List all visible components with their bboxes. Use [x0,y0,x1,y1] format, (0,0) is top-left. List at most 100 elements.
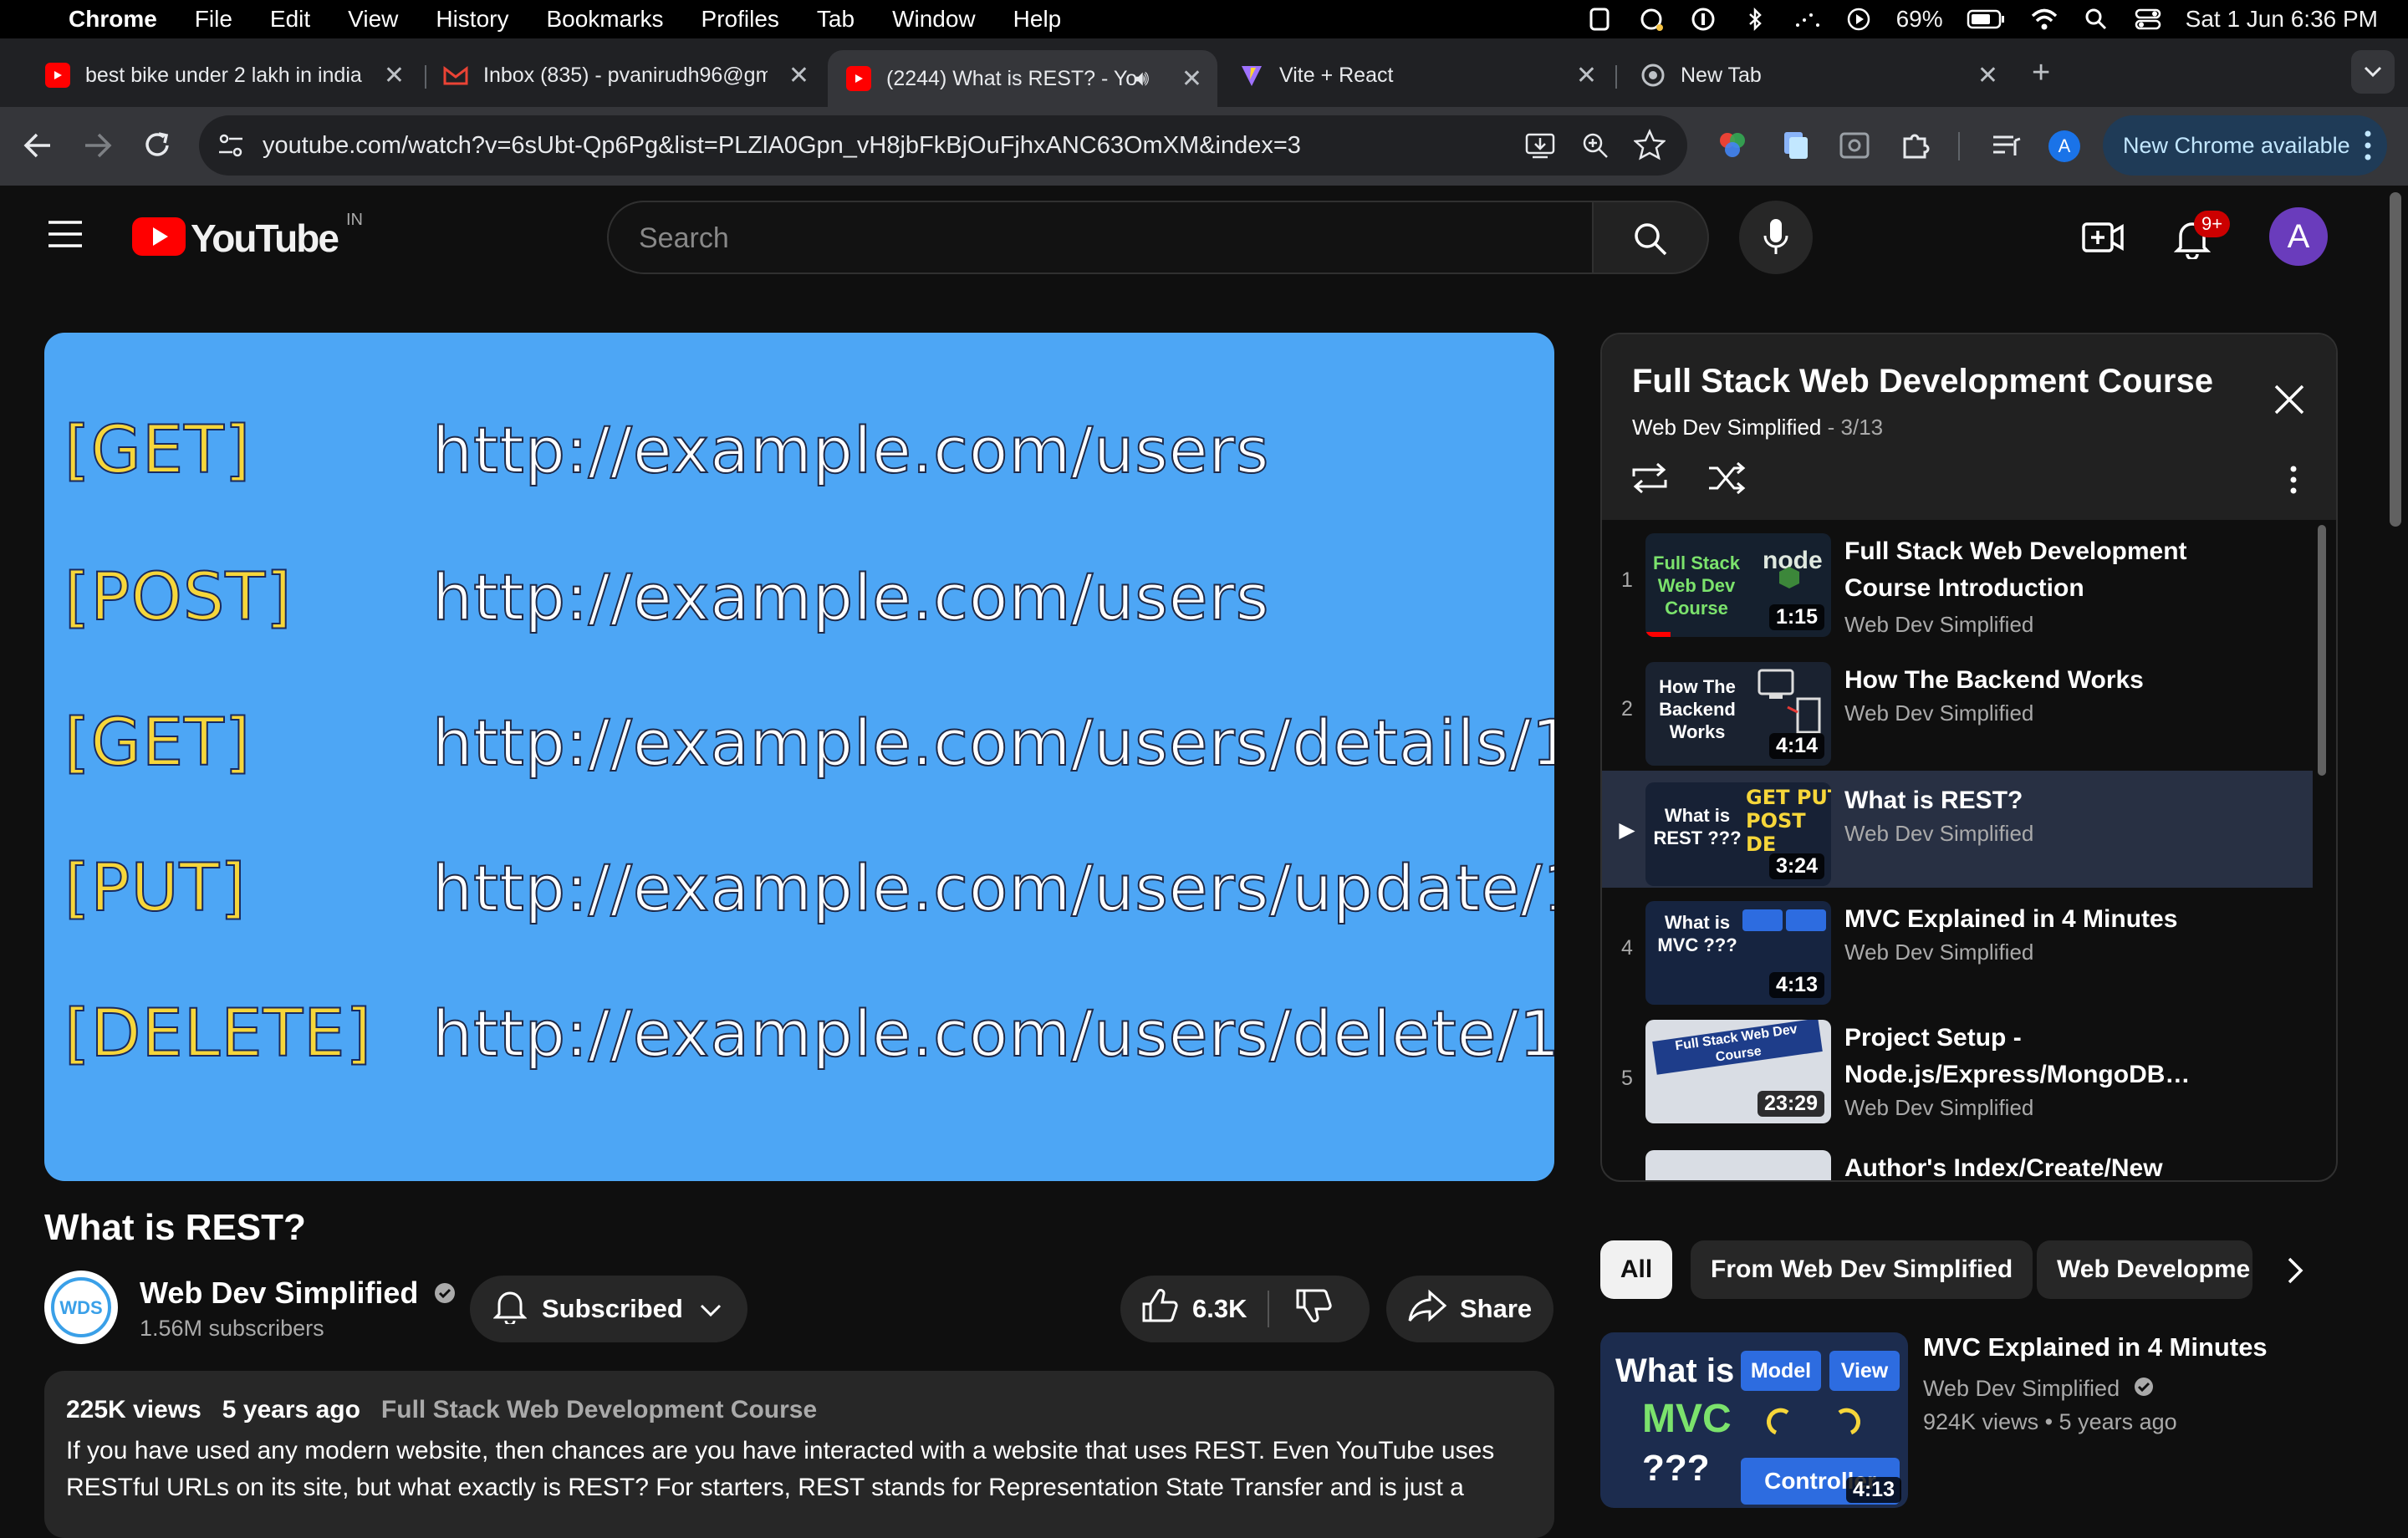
channel-name[interactable]: Web Dev Simplified [140,1276,457,1312]
menu-window[interactable]: Window [892,6,976,33]
playlist-scrollbar[interactable] [2318,525,2326,776]
extension-status-icon[interactable] [1585,5,1614,33]
network-activity-icon[interactable] [1793,5,1821,33]
menu-history[interactable]: History [436,6,508,33]
playlist-item-thumbnail[interactable]: What is REST ??? GET PUTPOSTDE 3:24 [1645,782,1831,886]
password-manager-icon[interactable] [1689,5,1717,33]
forward-icon[interactable] [79,127,115,168]
search-input[interactable]: Search [607,201,1594,274]
playlist-item-thumbnail[interactable]: Full Stack Web Dev Course node 1:15 [1645,533,1831,637]
menu-edit[interactable]: Edit [270,6,310,33]
playlist-item[interactable]: 4 What is MVC ??? 4:13 MVC Explained in … [1602,889,2313,1006]
reload-icon[interactable] [139,127,176,168]
close-tab-icon[interactable]: ✕ [788,61,809,90]
url-text[interactable]: youtube.com/watch?v=6sUbt-Qp6Pg&list=PLZ… [263,132,1301,160]
loop-playlist-icon[interactable] [1629,460,1671,501]
chevron-down-icon [700,1294,722,1324]
spotlight-search-icon[interactable] [2082,5,2110,33]
speaker-icon[interactable]: 🔊︎ [1135,65,1149,92]
bookmark-star-icon[interactable] [1632,128,1667,165]
youtube-play-logo-icon [132,216,186,260]
reading-list-icon[interactable] [1990,129,2023,166]
page-scrollbar[interactable] [2390,192,2401,527]
battery-icon[interactable] [1967,5,2007,33]
playlist-item-thumbnail[interactable]: Full Stack Web Dev Course 23:29 [1645,1020,1831,1123]
shuffle-icon[interactable] [1706,460,1747,501]
chip-web-development[interactable]: Web Developme [2037,1240,2252,1299]
description-box[interactable]: 225K views 5 years ago Full Stack Web De… [44,1371,1554,1538]
playlist-item-index: 4 [1621,936,1633,960]
voice-search-button[interactable] [1739,201,1813,274]
playlist-item-thumbnail[interactable]: What is MVC ??? 4:13 [1645,901,1831,1005]
menu-view[interactable]: View [348,6,398,33]
close-tab-icon[interactable]: ✕ [384,61,405,90]
menu-clock[interactable]: Sat 1 Jun 6:36 PM [2186,6,2378,33]
youtube-logo[interactable]: YouTube IN [132,211,363,261]
color-picker-extension-icon[interactable] [1716,129,1749,166]
screenshot-extension-icon[interactable] [1838,129,1871,166]
bluetooth-icon[interactable] [1741,5,1769,33]
playlist-more-icon[interactable] [2289,465,2298,499]
menu-bookmarks[interactable]: Bookmarks [546,6,663,33]
playlist-item[interactable]: Author's Index/Create/New [1602,1138,2313,1182]
playlist-item-thumbnail[interactable] [1645,1150,1831,1180]
profile-avatar[interactable]: A [2048,130,2080,162]
menu-help[interactable]: Help [1013,6,1062,33]
playlist-channel[interactable]: Web Dev Simplified [1632,415,1821,440]
copy-extension-icon[interactable] [1778,129,1811,166]
playlist-item[interactable]: 5 Full Stack Web Dev Course 23:29 Projec… [1602,1008,2313,1133]
zoom-icon[interactable] [1580,130,1610,165]
address-bar[interactable]: youtube.com/watch?v=6sUbt-Qp6Pg&list=PLZ… [199,115,1687,176]
playlist-item-thumbnail[interactable]: How The Backend Works 4:14 [1645,662,1831,766]
playlist-item-title: Author's Index/Create/New [1844,1154,2163,1182]
channel-avatar[interactable]: WDS [44,1271,118,1344]
menu-profiles[interactable]: Profiles [701,6,779,33]
like-button[interactable]: 6.3K [1120,1276,1268,1342]
grammarly-icon[interactable] [1637,5,1666,33]
chevron-right-icon[interactable] [2283,1252,2308,1293]
install-app-icon[interactable] [1524,130,1556,165]
tab-what-is-rest[interactable]: (2244) What is REST? - YouTube 🔊︎ ✕ [828,50,1217,107]
hamburger-menu-icon[interactable] [47,219,84,253]
tab-gmail-inbox[interactable]: Inbox (835) - pvanirudh96@gmail.com ✕ [425,50,824,100]
menu-tab[interactable]: Tab [817,6,855,33]
playlist-item[interactable]: 1 Full Stack Web Dev Course node 1:15 Fu… [1602,522,2313,639]
tab-new-tab[interactable]: New Tab ✕ [1622,50,2013,100]
menu-file[interactable]: File [195,6,232,33]
chip-all[interactable]: All [1600,1240,1672,1299]
endpoint-url: http://example.com/users [431,559,1270,635]
recommended-video[interactable]: What is MVC ??? Model View Controller 4:… [1600,1332,2353,1508]
more-vertical-icon[interactable] [2364,129,2372,168]
control-center-icon[interactable] [2134,5,2162,33]
back-icon[interactable] [20,127,57,168]
video-player[interactable]: [GET] http://example.com/users [POST] http… [44,333,1554,1181]
extensions-puzzle-icon[interactable] [1898,129,1931,166]
close-tab-icon[interactable]: ✕ [1576,61,1597,90]
thumbs-up-icon [1140,1287,1179,1331]
subscribed-button[interactable]: Subscribed [470,1276,747,1342]
playlist-link[interactable]: Full Stack Web Development Course [381,1396,817,1423]
menu-app-name[interactable]: Chrome [69,6,157,33]
new-tab-icon[interactable]: + [2032,55,2050,91]
playlist-item[interactable]: 2 How The Backend Works 4:14 How The Bac… [1602,650,2313,767]
wifi-icon[interactable] [2030,5,2059,33]
recommended-thumbnail[interactable]: What is MVC ??? Model View Controller 4:… [1600,1332,1908,1508]
create-video-icon[interactable] [2082,219,2124,260]
tab-bike-search[interactable]: best bike under 2 lakh in india ✕ [27,50,420,100]
tab-vite-react[interactable]: Vite + React ✕ [1221,50,1612,100]
close-tab-icon[interactable]: ✕ [1977,61,1998,90]
recommended-channel[interactable]: Web Dev Simplified [1923,1376,2155,1403]
search-button[interactable] [1594,201,1709,274]
media-play-icon[interactable] [1844,5,1873,33]
chip-from-channel[interactable]: From Web Dev Simplified [1691,1240,2033,1299]
close-playlist-icon[interactable] [2273,383,2306,420]
playlist-title[interactable]: Full Stack Web Development Course [1632,363,2213,400]
share-button[interactable]: Share [1386,1276,1553,1342]
account-avatar[interactable]: A [2269,207,2328,266]
dislike-button[interactable] [1269,1276,1370,1342]
site-info-icon[interactable] [216,130,246,165]
playlist-item-current[interactable]: ▶ What is REST ??? GET PUTPOSTDE 3:24 Wh… [1602,771,2313,888]
tab-search-icon[interactable] [2351,50,2395,94]
new-chrome-available-button[interactable]: New Chrome available [2103,115,2387,176]
close-tab-icon[interactable]: ✕ [1181,64,1202,94]
